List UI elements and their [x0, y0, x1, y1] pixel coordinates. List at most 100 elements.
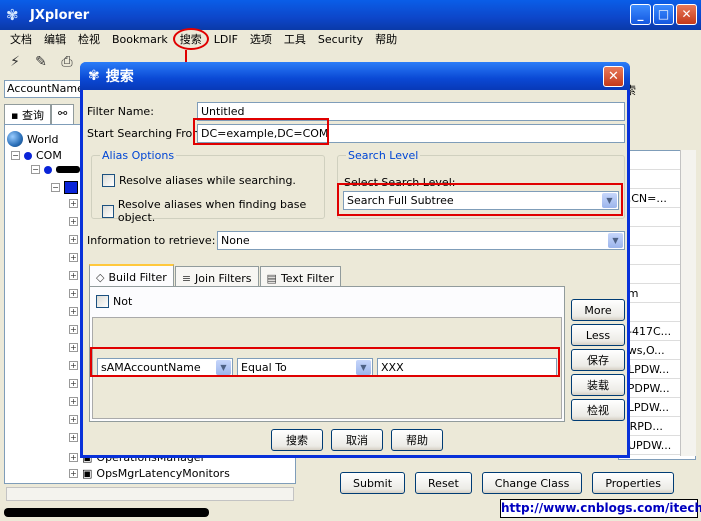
collapse-icon[interactable]: −	[51, 183, 60, 192]
alias-options-group: Alias Options Resolve aliases while sear…	[91, 149, 325, 224]
expand-icon[interactable]: +	[69, 469, 78, 478]
expand-icon[interactable]: +	[69, 199, 78, 208]
redacted-status-text	[4, 508, 209, 517]
menu-help[interactable]: 帮助	[371, 31, 405, 47]
expand-icon[interactable]: +	[69, 397, 78, 406]
less-button[interactable]: Less	[571, 324, 625, 346]
tree-child-expander[interactable]: +	[69, 433, 78, 442]
cancel-button[interactable]: 取消	[331, 429, 383, 451]
left-panel-tabs: ▪ 查询 ⚯	[4, 104, 75, 124]
red-highlight-box	[90, 347, 560, 377]
join-filters-icon: ≡	[181, 271, 192, 285]
info-retrieve-label: Information to retrieve:	[87, 234, 216, 247]
tree-child-expander[interactable]: +	[69, 199, 78, 208]
filter-name-label: Filter Name:	[87, 105, 154, 118]
expand-icon[interactable]: +	[69, 307, 78, 316]
menu-search[interactable]: 搜索	[172, 28, 210, 50]
tab-join-filters[interactable]: ≡ Join Filters	[174, 266, 259, 286]
account-combo[interactable]: AccountName	[4, 80, 84, 98]
help-button[interactable]: 帮助	[391, 429, 443, 451]
menu-bar: 文档 编辑 检视 Bookmark 搜索 LDIF 选项 工具 Security…	[0, 28, 701, 50]
expand-icon[interactable]: +	[69, 433, 78, 442]
collapse-icon[interactable]: −	[11, 151, 20, 160]
search-button[interactable]: 搜索	[271, 429, 323, 451]
menu-view[interactable]: 检视	[74, 31, 108, 47]
menu-bookmark[interactable]: Bookmark	[108, 33, 176, 46]
tree-child-expander[interactable]: +	[69, 271, 78, 280]
disconnect-icon[interactable]: ✎	[32, 53, 50, 71]
tab-build-filter[interactable]: ◇ Build Filter	[89, 264, 174, 286]
load-filter-button[interactable]: 装载	[571, 374, 625, 396]
list-vertical-scrollbar[interactable]	[680, 150, 696, 456]
globe-icon	[7, 131, 23, 147]
expand-icon[interactable]: +	[69, 415, 78, 424]
watermark-url: http://www.cnblogs.com/itech/	[500, 499, 701, 518]
collapse-icon[interactable]: −	[31, 165, 40, 174]
tree-child-expander[interactable]: +	[69, 289, 78, 298]
red-highlight-box	[193, 118, 329, 145]
tree-child-expander[interactable]: +	[69, 343, 78, 352]
tree-node-world[interactable]: World	[7, 131, 59, 147]
search-dialog: ✾ 搜索 ✕ Filter Name: Untitled Start Searc…	[80, 62, 630, 458]
resolve-aliases-searching-checkbox[interactable]: Resolve aliases while searching.	[102, 174, 296, 187]
info-retrieve-select[interactable]: None ▼	[217, 231, 625, 250]
more-button[interactable]: More	[571, 299, 625, 321]
maximize-button[interactable]: □	[653, 4, 674, 25]
print-icon[interactable]: ⎙	[58, 53, 76, 71]
expand-icon[interactable]: +	[69, 235, 78, 244]
submit-button[interactable]: Submit	[340, 472, 406, 494]
dialog-close-button[interactable]: ✕	[603, 66, 624, 87]
expand-icon[interactable]: +	[69, 253, 78, 262]
tree-child-expander[interactable]: +	[69, 379, 78, 388]
filter-tabs: ◇ Build Filter ≡ Join Filters ▤ Text Fil…	[89, 264, 342, 286]
expand-icon[interactable]: +	[69, 361, 78, 370]
reset-button[interactable]: Reset	[415, 472, 472, 494]
view-filter-button[interactable]: 检视	[571, 399, 625, 421]
close-button[interactable]: ✕	[676, 4, 697, 25]
tree-child-expander[interactable]: +	[69, 253, 78, 262]
checkbox-box	[96, 295, 109, 308]
alias-options-title: Alias Options	[100, 149, 177, 162]
text-filter-icon: ▤	[266, 271, 277, 285]
menu-tools[interactable]: 工具	[280, 31, 314, 47]
tree-child-expander[interactable]: +	[69, 307, 78, 316]
menu-security[interactable]: Security	[314, 33, 371, 46]
app-title: JXplorer	[30, 7, 90, 23]
tab-binoculars[interactable]: ⚯	[50, 104, 75, 124]
tree-child-expander[interactable]: +	[69, 397, 78, 406]
tree-child-expander[interactable]: +	[69, 325, 78, 334]
chevron-down-icon[interactable]: ▼	[608, 233, 623, 248]
dialog-title-bar: ✾ 搜索 ✕	[80, 62, 630, 90]
expand-icon[interactable]: +	[69, 325, 78, 334]
expand-icon[interactable]: +	[69, 453, 78, 462]
connect-icon[interactable]: ⚡	[6, 53, 24, 71]
properties-button[interactable]: Properties	[592, 472, 674, 494]
not-checkbox[interactable]: Not	[96, 295, 132, 308]
minimize-button[interactable]: _	[630, 4, 651, 25]
menu-options[interactable]: 选项	[246, 31, 280, 47]
expand-icon[interactable]: +	[69, 343, 78, 352]
expand-icon[interactable]: +	[69, 289, 78, 298]
change-class-button[interactable]: Change Class	[481, 472, 583, 494]
tab-query[interactable]: ▪ 查询	[4, 104, 51, 124]
tree-child-expander[interactable]: +	[69, 415, 78, 424]
menu-ldif[interactable]: LDIF	[210, 33, 246, 46]
tree-node-opsmgr-latency[interactable]: + ▣ OpsMgrLatencyMonitors	[69, 467, 230, 480]
tree-node-com[interactable]: − COM	[11, 149, 62, 162]
tab-text-filter[interactable]: ▤ Text Filter	[259, 266, 341, 286]
resolve-aliases-base-checkbox[interactable]: Resolve aliases when finding base object…	[102, 198, 324, 224]
tree-child-expander[interactable]: +	[69, 235, 78, 244]
jxplorer-app-icon: ✾	[6, 6, 19, 24]
search-level-title: Search Level	[346, 149, 421, 162]
menu-file[interactable]: 文档	[6, 31, 40, 47]
expand-icon[interactable]: +	[69, 379, 78, 388]
menu-edit[interactable]: 编辑	[40, 31, 74, 47]
save-filter-button[interactable]: 保存	[571, 349, 625, 371]
expand-icon[interactable]: +	[69, 271, 78, 280]
selected-node-icon	[64, 181, 78, 194]
tree-node-example[interactable]: −	[31, 165, 80, 174]
tree-child-expander[interactable]: +	[69, 217, 78, 226]
tree-child-expander[interactable]: +	[69, 361, 78, 370]
tree-horizontal-scrollbar[interactable]	[6, 487, 294, 501]
expand-icon[interactable]: +	[69, 217, 78, 226]
